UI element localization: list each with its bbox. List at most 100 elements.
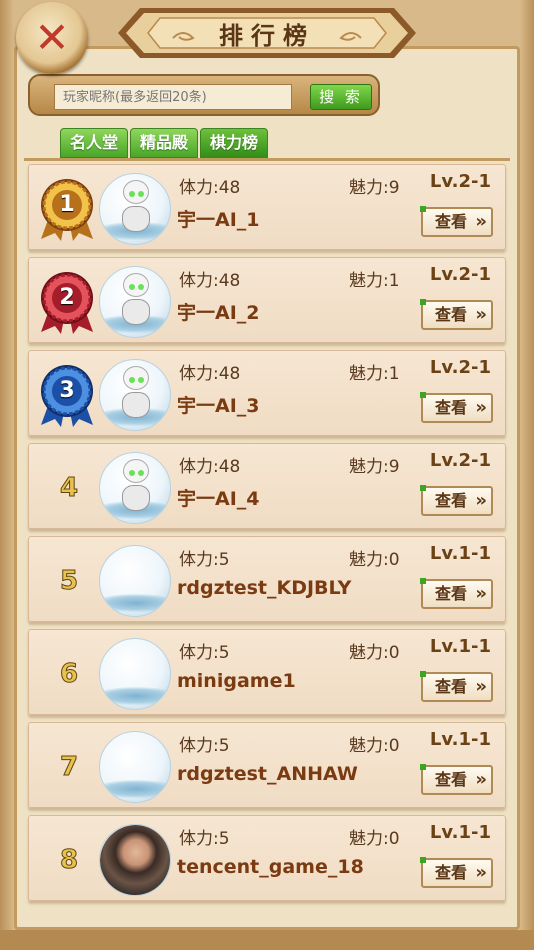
- double-chevron-right-icon: »: [475, 211, 487, 232]
- blue-medal-icon: 3: [37, 363, 97, 427]
- bottom-strip: [0, 930, 534, 950]
- title-banner: 排行榜: [118, 4, 416, 62]
- view-button[interactable]: 查看 »: [420, 206, 493, 237]
- view-button[interactable]: 查看 »: [420, 578, 493, 609]
- rank-number: 3: [59, 378, 75, 403]
- search-input[interactable]: [54, 84, 292, 110]
- player-name: 宇一AI_2: [177, 302, 260, 324]
- ranking-row: 6 体力:5 魅力:0 Lv.1-1 minigame1 查看 »: [28, 629, 506, 715]
- tab-chess-power[interactable]: 棋力榜: [200, 128, 268, 160]
- view-button-label: 查看: [435, 305, 468, 324]
- player-name: rdgztest_ANHAW: [177, 763, 358, 785]
- view-button-label: 查看: [435, 398, 468, 417]
- stamina-value: 体力:48: [179, 178, 241, 198]
- red-medal-icon: 2: [37, 270, 97, 334]
- view-button-label: 查看: [435, 212, 468, 231]
- tab-bar: 名人堂 精品殿 棋力榜: [60, 128, 268, 160]
- search-button[interactable]: 搜 索: [310, 84, 372, 110]
- robot-head: [123, 459, 149, 483]
- close-button[interactable]: ✕: [16, 2, 88, 74]
- double-chevron-right-icon: »: [475, 769, 487, 790]
- gold-medal-icon: 1: [37, 177, 97, 241]
- double-chevron-right-icon: »: [475, 676, 487, 697]
- corner-accent: [420, 392, 426, 398]
- level-value: Lv.1-1: [429, 543, 491, 564]
- charm-value: 魅力:0: [349, 643, 400, 663]
- robot-head: [123, 180, 149, 204]
- rank-number: 7: [59, 752, 79, 783]
- avatar[interactable]: [99, 824, 171, 896]
- player-name: 宇一AI_1: [177, 209, 260, 231]
- avatar[interactable]: [99, 731, 171, 803]
- view-button[interactable]: 查看 »: [420, 671, 493, 702]
- level-value: Lv.2-1: [429, 450, 491, 471]
- robot-eye: [138, 191, 144, 197]
- charm-value: 魅力:0: [349, 829, 400, 849]
- player-name: tencent_game_18: [177, 856, 364, 878]
- corner-accent: [420, 671, 426, 677]
- water-splash: [100, 687, 170, 705]
- level-value: Lv.2-1: [429, 357, 491, 378]
- user-photo: [100, 825, 170, 895]
- corner-accent: [420, 485, 426, 491]
- charm-value: 魅力:1: [349, 271, 400, 291]
- view-button[interactable]: 查看 »: [420, 485, 493, 516]
- view-button[interactable]: 查看 »: [420, 299, 493, 330]
- corner-accent: [420, 299, 426, 305]
- ranking-row: 7 体力:5 魅力:0 Lv.1-1 rdgztest_ANHAW 查看 »: [28, 722, 506, 808]
- view-button-label: 查看: [435, 677, 468, 696]
- avatar[interactable]: [99, 545, 171, 617]
- ranking-row: 4 体力:48 魅力:9 Lv.2-1 宇一AI_4 查看 »: [28, 443, 506, 529]
- player-name: 宇一AI_3: [177, 395, 260, 417]
- charm-value: 魅力:9: [349, 178, 400, 198]
- ranking-row: 1 体力:48 魅力:9 Lv.2-1 宇一AI_1 查看 »: [28, 164, 506, 250]
- rank-number: 4: [59, 473, 79, 504]
- view-button-label: 查看: [435, 863, 468, 882]
- view-button-label: 查看: [435, 491, 468, 510]
- charm-value: 魅力:1: [349, 364, 400, 384]
- robot-eye: [129, 470, 135, 476]
- stamina-value: 体力:48: [179, 457, 241, 477]
- stamina-value: 体力:5: [179, 829, 230, 849]
- stamina-value: 体力:5: [179, 736, 230, 756]
- water-splash: [100, 780, 170, 798]
- view-button[interactable]: 查看 »: [420, 764, 493, 795]
- corner-accent: [420, 578, 426, 584]
- tab-hall-of-fame[interactable]: 名人堂: [60, 128, 128, 158]
- robot-body: [122, 485, 150, 511]
- robot-eye: [129, 377, 135, 383]
- robot-head: [123, 273, 149, 297]
- player-name: minigame1: [177, 670, 296, 692]
- robot-body: [122, 206, 150, 232]
- double-chevron-right-icon: »: [475, 583, 487, 604]
- view-button[interactable]: 查看 »: [420, 392, 493, 423]
- ranking-row: 8 体力:5 魅力:0 Lv.1-1 tencent_game_18 查看 »: [28, 815, 506, 901]
- player-name: rdgztest_KDJBLY: [177, 577, 352, 599]
- double-chevron-right-icon: »: [475, 397, 487, 418]
- corner-accent: [420, 857, 426, 863]
- tab-divider: [24, 158, 510, 161]
- tab-elite-hall[interactable]: 精品殿: [130, 128, 198, 158]
- avatar[interactable]: [99, 173, 171, 245]
- stamina-value: 体力:48: [179, 364, 241, 384]
- rank-number: 8: [59, 845, 79, 876]
- avatar[interactable]: [99, 452, 171, 524]
- avatar[interactable]: [99, 266, 171, 338]
- stamina-value: 体力:5: [179, 643, 230, 663]
- charm-value: 魅力:0: [349, 550, 400, 570]
- robot-eye: [129, 191, 135, 197]
- robot-eye: [138, 470, 144, 476]
- stamina-value: 体力:48: [179, 271, 241, 291]
- corner-accent: [420, 764, 426, 770]
- level-value: Lv.2-1: [429, 264, 491, 285]
- robot-eye: [138, 284, 144, 290]
- avatar[interactable]: [99, 359, 171, 431]
- ranking-row: 5 体力:5 魅力:0 Lv.1-1 rdgztest_KDJBLY 查看 »: [28, 536, 506, 622]
- rank-number: 2: [59, 285, 75, 310]
- view-button[interactable]: 查看 »: [420, 857, 493, 888]
- level-value: Lv.1-1: [429, 822, 491, 843]
- level-value: Lv.1-1: [429, 636, 491, 657]
- page-title: 排行榜: [219, 20, 315, 50]
- rank-number: 1: [59, 192, 75, 217]
- avatar[interactable]: [99, 638, 171, 710]
